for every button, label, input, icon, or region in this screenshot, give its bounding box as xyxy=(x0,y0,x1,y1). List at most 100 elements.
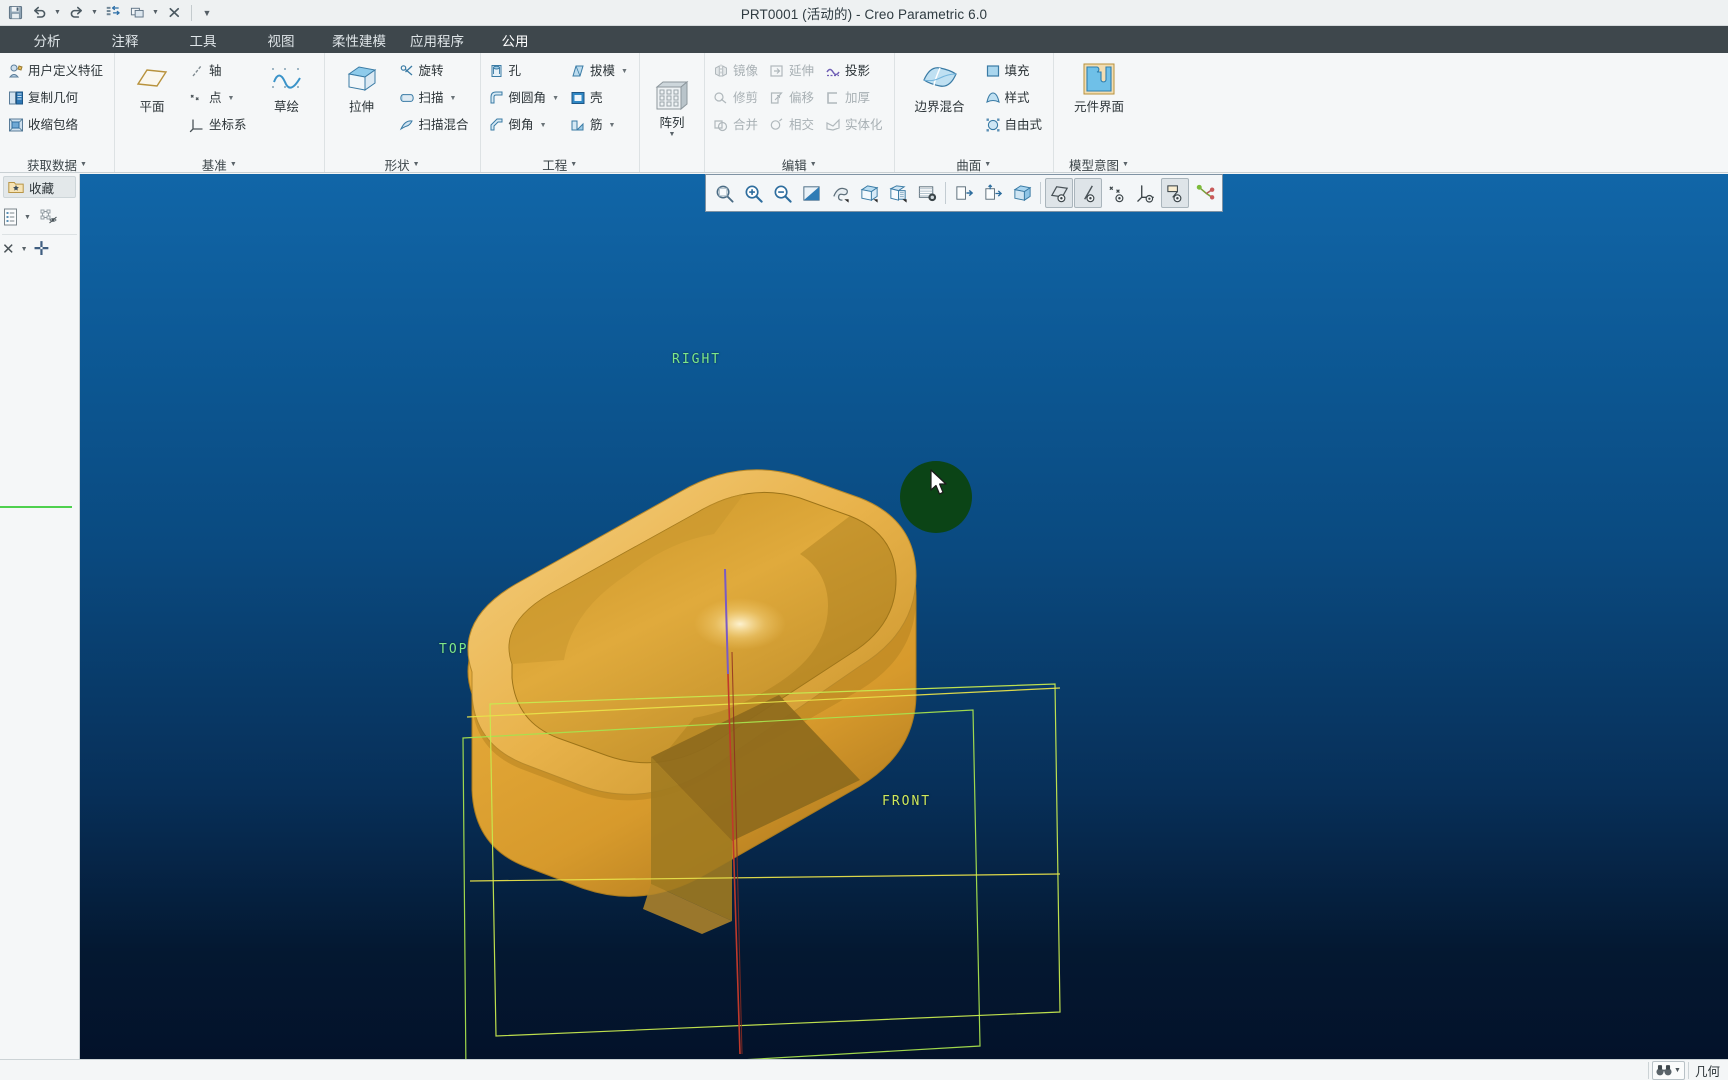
intersect-button[interactable]: 相交 xyxy=(766,112,820,138)
window-button[interactable] xyxy=(126,2,148,24)
datum-axis-button[interactable]: 轴 xyxy=(186,58,253,84)
ribbon-group-get-data-label[interactable]: 获取数据 ▼ xyxy=(5,155,109,173)
sketch-button[interactable]: 草绘 xyxy=(255,56,319,116)
tab-applications[interactable]: 应用程序 xyxy=(398,26,476,53)
csys-display-button[interactable] xyxy=(1132,178,1160,208)
chevron-down-icon: ▼ xyxy=(412,160,420,168)
ribbon-group-datum-label[interactable]: 基准 ▼ xyxy=(120,155,319,173)
pattern-button[interactable]: 阵列 ▼ xyxy=(645,72,699,140)
extend-button[interactable]: 延伸 xyxy=(766,58,820,84)
chevron-down-icon[interactable]: ▼ xyxy=(540,122,547,129)
ribbon-group-get-data: 用户定义特征 复制几何 收缩包络 获取数据 ▼ xyxy=(0,53,114,173)
merge-icon xyxy=(713,117,729,133)
tab-common[interactable]: 公用 xyxy=(476,26,554,53)
title-bar: ▼ ▼ ▼ ▼ PRT0001 (活动的) - Creo Parametric … xyxy=(0,0,1728,26)
undo-dropdown-icon[interactable]: ▼ xyxy=(52,2,63,24)
trim-button[interactable]: 修剪 xyxy=(710,85,764,111)
coordinate-system-button[interactable]: 坐标系 xyxy=(186,112,253,138)
ribbon-group-shapes-label[interactable]: 形状 ▼ xyxy=(330,155,475,173)
datum-plane-button[interactable]: 平面 xyxy=(120,56,184,116)
spin-center-toggle-button[interactable] xyxy=(1190,178,1218,208)
udf-button[interactable]: 用户定义特征 xyxy=(5,58,109,84)
window-dropdown-icon[interactable]: ▼ xyxy=(150,2,161,24)
round-button[interactable]: 倒圆角 ▼ xyxy=(486,85,565,111)
hole-button[interactable]: 孔 xyxy=(486,58,565,84)
plus-icon[interactable]: ✛ xyxy=(34,240,50,259)
datum-point-button[interactable]: 点 ▼ xyxy=(186,85,253,111)
display-style-button[interactable] xyxy=(1008,178,1036,208)
shrinkwrap-button[interactable]: 收缩包络 xyxy=(5,112,109,138)
close-icon[interactable]: ✕ xyxy=(2,242,15,257)
tree-filter-icon[interactable] xyxy=(39,207,59,227)
datum-axis-display-button[interactable] xyxy=(1074,178,1102,208)
shapes-group-title: 形状 xyxy=(384,158,410,173)
tab-view[interactable]: 视图 xyxy=(242,26,320,53)
boundary-blend-button[interactable]: 边界混合 xyxy=(900,56,980,116)
repaint-button[interactable] xyxy=(797,178,825,208)
style-button[interactable]: 样式 xyxy=(982,85,1049,111)
freestyle-button[interactable]: 自由式 xyxy=(982,112,1049,138)
close-window-button[interactable] xyxy=(163,2,185,24)
annotation-display-button[interactable] xyxy=(1161,178,1189,208)
chevron-down-icon[interactable]: ▼ xyxy=(552,95,559,102)
redo-dropdown-icon[interactable]: ▼ xyxy=(89,2,100,24)
chevron-down-icon[interactable]: ▼ xyxy=(621,68,628,75)
spin-center-button[interactable] xyxy=(826,178,854,208)
zoom-out-button[interactable] xyxy=(768,178,796,208)
draft-button[interactable]: 拔模 ▼ xyxy=(567,58,634,84)
extrude-button[interactable]: 拉伸 xyxy=(330,56,394,116)
ribbon-group-engineering-label[interactable]: 工程 ▼ xyxy=(486,155,634,173)
view-manager-button[interactable] xyxy=(884,178,912,208)
mirror-button[interactable]: 镜像 xyxy=(710,58,764,84)
component-interface-button[interactable]: 元件界面 xyxy=(1059,56,1139,116)
customize-qat-icon[interactable]: ▼ xyxy=(198,2,216,24)
fill-button[interactable]: 填充 xyxy=(982,58,1049,84)
sweep-button[interactable]: 扫描 ▼ xyxy=(396,85,475,111)
datum-plane-display-button[interactable] xyxy=(1045,178,1073,208)
selection-filter-button[interactable]: ▼ xyxy=(1652,1060,1685,1080)
revolve-button[interactable]: 旋转 xyxy=(396,58,475,84)
chevron-down-icon[interactable]: ▼ xyxy=(1674,1067,1681,1074)
ribbon-group-surfaces-label[interactable]: 曲面 ▼ xyxy=(900,155,1049,173)
ribbon-group-editing-label[interactable]: 编辑 ▼ xyxy=(710,155,889,173)
refit-button[interactable] xyxy=(710,178,738,208)
model-3d-view[interactable] xyxy=(80,174,1728,1059)
shell-button[interactable]: 壳 xyxy=(567,85,634,111)
tab-analysis[interactable]: 分析 xyxy=(8,26,86,53)
perspective-view-button[interactable] xyxy=(950,178,978,208)
tab-tools[interactable]: 工具 xyxy=(164,26,242,53)
regenerate-button[interactable] xyxy=(102,2,124,24)
datum-point-display-button[interactable] xyxy=(1103,178,1131,208)
merge-button[interactable]: 合并 xyxy=(710,112,764,138)
offset-button[interactable]: 偏移 xyxy=(766,85,820,111)
ribbon-group-model-intent-label[interactable]: 模型意图 ▼ xyxy=(1059,155,1139,173)
swept-blend-button[interactable]: 扫描混合 xyxy=(396,112,475,138)
chevron-down-icon[interactable]: ▼ xyxy=(668,131,675,138)
tab-annotate[interactable]: 注释 xyxy=(86,26,164,53)
tab-flexible-modeling[interactable]: 柔性建模 xyxy=(320,26,398,53)
udf-label: 用户定义特征 xyxy=(28,63,104,78)
rib-button[interactable]: 筋 ▼ xyxy=(567,112,634,138)
solidify-button[interactable]: 实体化 xyxy=(822,112,889,138)
chevron-down-icon[interactable]: ▼ xyxy=(21,246,28,253)
undo-button[interactable] xyxy=(28,2,50,24)
redo-button[interactable] xyxy=(65,2,87,24)
zoom-in-button[interactable] xyxy=(739,178,767,208)
appearance-gallery-button[interactable] xyxy=(913,178,941,208)
chevron-down-icon[interactable]: ▼ xyxy=(450,95,457,102)
save-button[interactable] xyxy=(4,2,26,24)
model-tree-icon[interactable] xyxy=(2,207,22,227)
chevron-down-icon[interactable]: ▼ xyxy=(228,95,235,102)
chevron-down-icon[interactable]: ▼ xyxy=(609,122,616,129)
project-button[interactable]: 投影 xyxy=(822,58,889,84)
thicken-button[interactable]: 加厚 xyxy=(822,85,889,111)
copy-geometry-button[interactable]: 复制几何 xyxy=(5,85,109,111)
graphics-window[interactable]: RIGHT TOP FRONT xyxy=(80,174,1728,1059)
saved-orientations-button[interactable] xyxy=(855,178,883,208)
revolve-label: 旋转 xyxy=(418,63,444,78)
standard-orientation-button[interactable] xyxy=(979,178,1007,208)
chamfer-button[interactable]: 倒角 ▼ xyxy=(486,112,565,138)
navigator-dropdown-icon[interactable]: ▼ xyxy=(24,214,31,221)
draft-icon xyxy=(570,63,586,79)
favorites-button[interactable]: 收藏 xyxy=(3,176,76,198)
